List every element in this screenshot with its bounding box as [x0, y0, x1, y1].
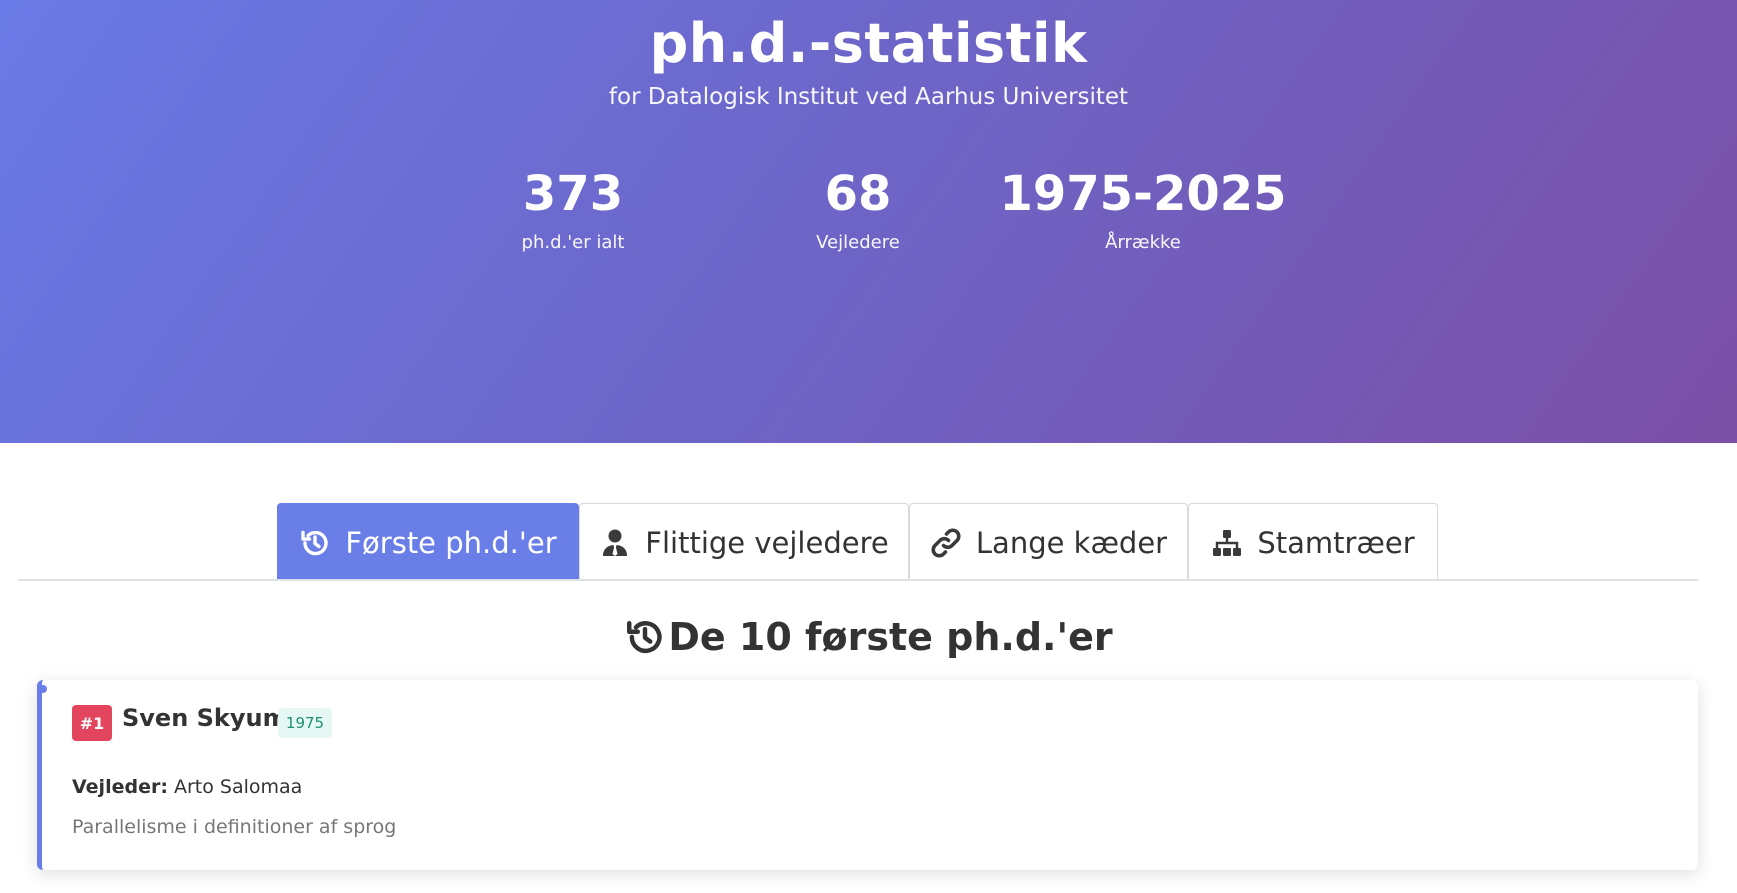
advisor-label: Vejleder:	[72, 776, 168, 798]
phd-name: Sven Skyum	[122, 704, 288, 732]
stat-label: Årrække	[1105, 232, 1181, 253]
user-tie-icon	[599, 527, 631, 559]
tab-divider	[18, 579, 1698, 581]
stat-value: 68	[824, 166, 892, 222]
tab-label: Lange kæder	[975, 525, 1168, 560]
stat-advisors: 68 Vejledere	[708, 166, 1008, 253]
phd-entry-card: #1 Sven Skyum 1975 Vejleder: Arto Saloma…	[37, 680, 1698, 870]
stat-value: 373	[522, 166, 624, 222]
sitemap-icon	[1211, 527, 1243, 559]
rank-badge: #1	[72, 705, 112, 741]
tab-label: Stamtræer	[1257, 525, 1415, 560]
history-icon	[624, 616, 666, 658]
tab-label: Flittige vejledere	[645, 525, 889, 560]
tab-family-trees[interactable]: Stamtræer	[1188, 503, 1438, 581]
stat-label: Vejledere	[816, 232, 900, 253]
stat-value: 1975-2025	[999, 166, 1287, 222]
page-subtitle: for Datalogisk Institut ved Aarhus Unive…	[608, 84, 1129, 110]
thesis-title: Parallelisme i definitioner af sprog	[72, 816, 397, 838]
main-content: Første ph.d.'er Flittige vejledere Lange…	[0, 443, 1737, 893]
section-title-text: De 10 første ph.d.'er	[668, 615, 1113, 659]
tab-long-chains[interactable]: Lange kæder	[909, 503, 1188, 581]
stat-total-phds: 373 ph.d.'er ialt	[423, 166, 723, 253]
advisor-name: Arto Salomaa	[173, 776, 303, 798]
year-badge: 1975	[278, 708, 332, 738]
tab-label: Første ph.d.'er	[345, 525, 557, 560]
card-marker-dot	[39, 685, 47, 693]
tab-busy-advisors[interactable]: Flittige vejledere	[579, 503, 909, 581]
history-icon	[299, 527, 331, 559]
stat-label: ph.d.'er ialt	[521, 232, 625, 253]
stat-year-range: 1975-2025 Årrække	[993, 166, 1293, 253]
advisor-line: Vejleder: Arto Salomaa	[72, 776, 302, 798]
page-title: ph.d.-statistik	[649, 12, 1088, 75]
tab-first-phds[interactable]: Første ph.d.'er	[277, 503, 579, 581]
link-icon	[930, 527, 962, 559]
hero-header: ph.d.-statistik for Datalogisk Institut …	[0, 0, 1737, 443]
section-title: De 10 første ph.d.'er	[0, 611, 1737, 663]
